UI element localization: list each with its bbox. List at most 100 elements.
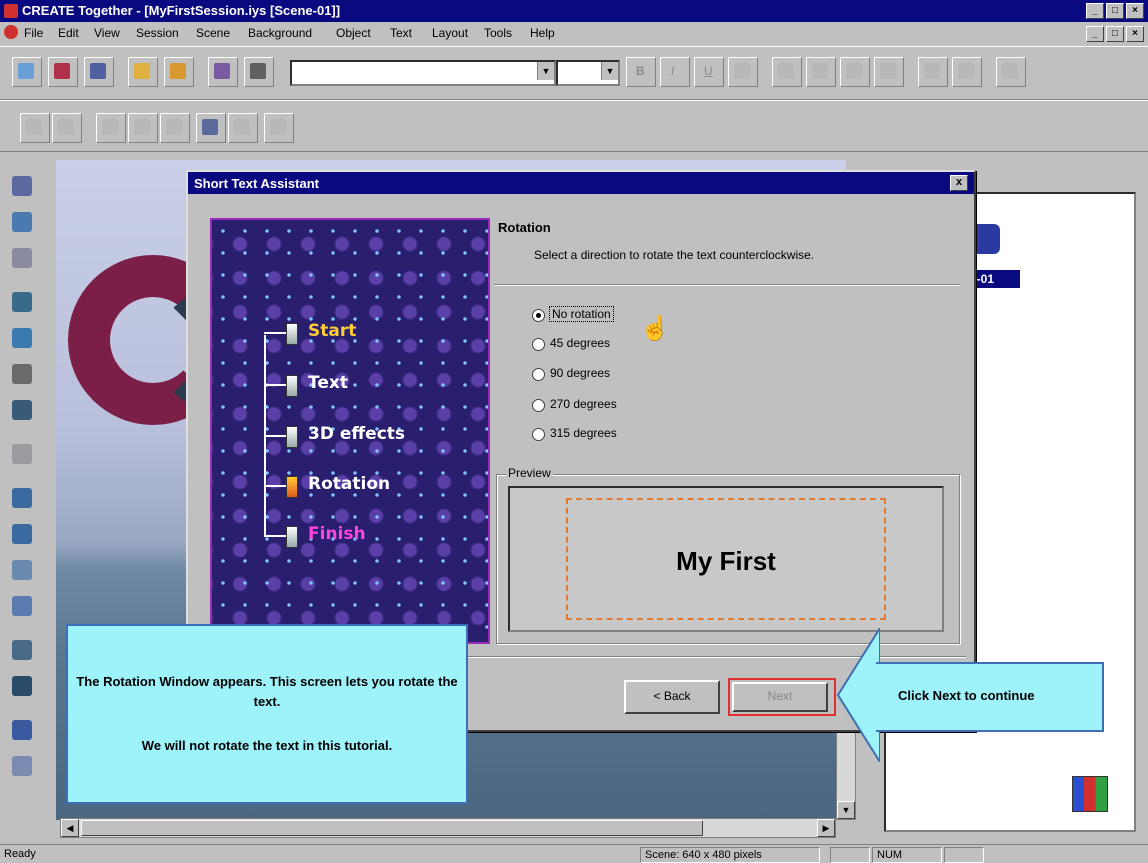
radio-circle-icon[interactable] xyxy=(532,368,545,381)
ungroup-button[interactable] xyxy=(228,113,258,143)
scroll-right-icon[interactable]: ▶ xyxy=(817,819,835,837)
filter-icon xyxy=(270,119,286,135)
scroll-down-icon[interactable]: ▼ xyxy=(837,801,855,819)
tool-shape[interactable] xyxy=(8,288,36,316)
tool-object[interactable] xyxy=(8,556,36,584)
paste-button[interactable] xyxy=(160,113,190,143)
font-combo[interactable]: ▼ xyxy=(290,60,556,86)
edit-toolbar xyxy=(0,100,1148,152)
print-button[interactable] xyxy=(244,57,274,87)
tool-rotate[interactable] xyxy=(8,172,36,200)
menu-view[interactable]: View xyxy=(94,26,120,40)
chevron-down-icon[interactable]: ▼ xyxy=(537,62,554,80)
tool-preview[interactable] xyxy=(8,636,36,664)
preview-label: Preview xyxy=(506,466,553,480)
grid-icon xyxy=(12,720,32,740)
layout-button[interactable] xyxy=(918,57,948,87)
menu-help[interactable]: Help xyxy=(530,26,555,40)
open-button[interactable] xyxy=(128,57,158,87)
scene-list-selected-item[interactable]: e-01 xyxy=(970,270,1020,288)
save-all-button[interactable] xyxy=(84,57,114,87)
tool-image[interactable] xyxy=(8,396,36,424)
tool-link[interactable] xyxy=(8,244,36,272)
color-grid-icon[interactable] xyxy=(1072,776,1108,812)
filter-button[interactable] xyxy=(264,113,294,143)
tool-network[interactable] xyxy=(8,752,36,780)
menu-scene[interactable]: Scene xyxy=(196,26,230,40)
tool-scene[interactable] xyxy=(8,484,36,512)
layout-alt-icon xyxy=(958,63,974,79)
underline-button[interactable]: U xyxy=(694,57,724,87)
menu-file[interactable]: File xyxy=(24,26,43,40)
underline-icon: U xyxy=(704,64,713,78)
import-button[interactable] xyxy=(208,57,238,87)
next-button[interactable]: Next xyxy=(732,682,828,712)
checkmark-icon xyxy=(1002,63,1018,79)
align-center-button[interactable] xyxy=(806,57,836,87)
close-button[interactable]: × xyxy=(1126,3,1144,19)
menu-object[interactable]: Object xyxy=(336,26,371,40)
spellcheck-button[interactable] xyxy=(996,57,1026,87)
dialog-close-button[interactable]: x xyxy=(950,175,968,191)
redo-button[interactable] xyxy=(52,113,82,143)
scroll-left-icon[interactable]: ◀ xyxy=(61,819,79,837)
statusbar: Ready Scene: 640 x 480 pixels NUM xyxy=(0,844,1148,863)
tool-effects[interactable] xyxy=(8,440,36,468)
horizontal-scrollbar[interactable]: ◀ ▶ xyxy=(60,818,836,838)
tool-grid[interactable] xyxy=(8,716,36,744)
radio-label[interactable]: 45 degrees xyxy=(550,336,610,350)
radio-label[interactable]: No rotation xyxy=(549,306,614,322)
minimize-button[interactable]: _ xyxy=(1086,3,1104,19)
radio-circle-icon[interactable] xyxy=(532,399,545,412)
save-button[interactable] xyxy=(48,57,78,87)
menu-edit[interactable]: Edit xyxy=(58,26,79,40)
radio-label[interactable]: 90 degrees xyxy=(550,366,610,380)
doc-close-button[interactable]: × xyxy=(1126,26,1144,42)
tool-sound[interactable] xyxy=(8,592,36,620)
text-style-button[interactable] xyxy=(728,57,758,87)
doc-minimize-button[interactable]: _ xyxy=(1086,26,1104,42)
chevron-down-icon[interactable]: ▼ xyxy=(601,62,618,80)
radio-label[interactable]: 315 degrees xyxy=(550,426,617,440)
film-icon xyxy=(12,676,32,696)
tool-move[interactable] xyxy=(8,208,36,236)
menu-layout[interactable]: Layout xyxy=(432,26,468,40)
bold-button[interactable]: B xyxy=(626,57,656,87)
menu-tools[interactable]: Tools xyxy=(484,26,512,40)
tool-line[interactable] xyxy=(8,360,36,388)
undo-icon xyxy=(26,119,42,135)
group-button[interactable] xyxy=(196,113,226,143)
status-empty xyxy=(830,847,870,863)
new-session-button[interactable] xyxy=(12,57,42,87)
doc-maximize-button[interactable]: □ xyxy=(1106,26,1124,42)
align-right-button[interactable] xyxy=(840,57,870,87)
text-style-icon xyxy=(734,63,750,79)
radio-circle-icon[interactable] xyxy=(532,338,545,351)
menu-background[interactable]: Background xyxy=(248,26,312,40)
maximize-button[interactable]: □ xyxy=(1106,3,1124,19)
radio-circle-icon[interactable] xyxy=(532,428,545,441)
save-icon xyxy=(54,63,70,79)
radio-circle-selected-icon[interactable] xyxy=(532,309,545,322)
tool-text[interactable] xyxy=(8,324,36,352)
open-folder-button[interactable] xyxy=(164,57,194,87)
preview-text: My First xyxy=(676,546,776,576)
cut-button[interactable] xyxy=(96,113,126,143)
text-tool-icon xyxy=(12,328,32,348)
align-center-icon xyxy=(812,63,828,79)
layout-2-button[interactable] xyxy=(952,57,982,87)
menu-text[interactable]: Text xyxy=(390,26,412,40)
justify-button[interactable] xyxy=(874,57,904,87)
back-button[interactable]: < Back xyxy=(624,680,720,714)
scroll-thumb[interactable] xyxy=(81,820,703,836)
tool-background[interactable] xyxy=(8,520,36,548)
undo-button[interactable] xyxy=(20,113,50,143)
italic-button[interactable]: I xyxy=(660,57,690,87)
radio-label[interactable]: 270 degrees xyxy=(550,397,617,411)
link-icon xyxy=(12,248,32,268)
tool-film[interactable] xyxy=(8,672,36,700)
size-combo[interactable]: ▼ xyxy=(556,60,620,86)
align-left-button[interactable] xyxy=(772,57,802,87)
copy-button[interactable] xyxy=(128,113,158,143)
menu-session[interactable]: Session xyxy=(136,26,179,40)
